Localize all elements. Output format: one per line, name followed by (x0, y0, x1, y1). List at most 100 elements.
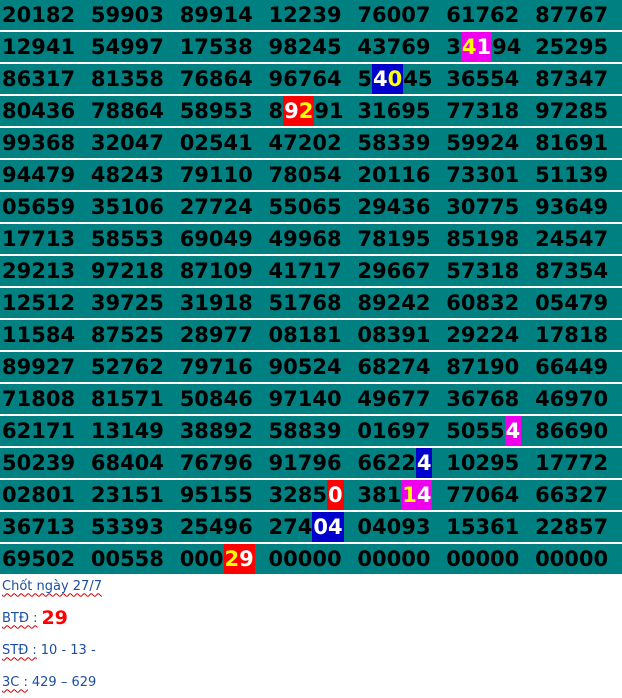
grid-cell: 31695 (355, 95, 445, 128)
prediction-notes: Chốt ngày 27/7 BTĐ : 29 STĐ : 10 - 13 - … (2, 570, 102, 698)
grid-cell: 27404 (266, 511, 356, 544)
grid-cell: 66449 (533, 351, 622, 384)
grid-cell: 87354 (533, 255, 622, 288)
grid-cell: 93649 (533, 191, 622, 224)
grid-cell: 68404 (88, 447, 178, 480)
grid-cell: 76007 (355, 0, 445, 32)
grid-cell: 12239 (266, 0, 356, 32)
grid-row: 29213 97218 87109 41717 29667 57318 87354 (0, 255, 622, 288)
grid-cell: 46970 (533, 383, 622, 416)
grid-cell: 95155 (177, 479, 267, 512)
grid-row: 89927 52762 79716 90524 68274 87190 66449 (0, 351, 622, 384)
grid-cell: 53393 (88, 511, 178, 544)
grid-cell: 43769 (355, 31, 445, 64)
grid-cell: 89914 (177, 0, 267, 32)
grid-cell: 31918 (177, 287, 267, 320)
grid-cell: 59903 (88, 0, 178, 32)
grid-cell: 27724 (177, 191, 267, 224)
grid-cell: 36713 (0, 511, 89, 544)
grid-cell: 35106 (88, 191, 178, 224)
grid-cell: 29436 (355, 191, 445, 224)
grid-row: 50239 68404 76796 91796 66224 10295 17772 (0, 447, 622, 480)
grid-cell: 29224 (444, 319, 534, 352)
grid-cell: 17818 (533, 319, 622, 352)
highlighted-digits: 4 (415, 448, 433, 477)
grid-cell: 78195 (355, 223, 445, 256)
grid-cell: 17772 (533, 447, 622, 480)
grid-cell: 89291 (266, 95, 356, 128)
grid-cell: 00000 (355, 543, 445, 574)
grid-cell: 90524 (266, 351, 356, 384)
grid-cell: 38114 (355, 479, 445, 512)
grid-cell: 32850 (266, 479, 356, 512)
grid-cell: 29213 (0, 255, 89, 288)
grid-cell: 79716 (177, 351, 267, 384)
note-std: STĐ : 10 - 13 - (2, 634, 102, 666)
note-chot: Chốt ngày 27/7 (2, 570, 102, 602)
grid-cell: 58839 (266, 415, 356, 448)
grid-cell: 73301 (444, 159, 534, 192)
grid-cell: 68274 (355, 351, 445, 384)
grid-cell: 36554 (444, 63, 534, 96)
grid-cell: 49677 (355, 383, 445, 416)
grid-cell: 86317 (0, 63, 89, 96)
grid-cell: 87767 (533, 0, 622, 32)
grid-cell: 87109 (177, 255, 267, 288)
grid-cell: 91796 (266, 447, 356, 480)
grid-cell: 49968 (266, 223, 356, 256)
grid-cell: 05659 (0, 191, 89, 224)
highlighted-digits: 92 (283, 96, 315, 125)
highlighted-digits: 40 (372, 64, 404, 93)
grid-cell: 97140 (266, 383, 356, 416)
grid-cell: 62171 (0, 415, 89, 448)
c3-label: 3C : (2, 674, 28, 690)
grid-cell: 00000 (444, 543, 534, 574)
grid-cell: 76796 (177, 447, 267, 480)
grid-cell: 34194 (444, 31, 534, 64)
grid-cell: 89242 (355, 287, 445, 320)
btd-label: BTĐ : (2, 610, 38, 626)
highlighted-digits: 29 (223, 544, 255, 574)
grid-row: 80436 78864 58953 89291 31695 77318 97285 (0, 95, 622, 128)
grid-cell: 66224 (355, 447, 445, 480)
note-btd: BTĐ : 29 (2, 602, 102, 634)
grid-cell: 25295 (533, 31, 622, 64)
grid-cell: 02801 (0, 479, 89, 512)
grid-cell: 81358 (88, 63, 178, 96)
grid-row: 94479 48243 79110 78054 20116 73301 51139 (0, 159, 622, 192)
grid-cell: 29667 (355, 255, 445, 288)
grid-cell: 12941 (0, 31, 89, 64)
grid-cell: 01697 (355, 415, 445, 448)
grid-cell: 77318 (444, 95, 534, 128)
c3-value: 429 – 629 (31, 674, 97, 690)
highlighted-digits: 04 (312, 512, 344, 541)
grid-cell: 36768 (444, 383, 534, 416)
grid-cell: 00000 (266, 543, 356, 574)
grid-cell: 66327 (533, 479, 622, 512)
grid-cell: 28977 (177, 319, 267, 352)
grid-cell: 17713 (0, 223, 89, 256)
grid-cell: 69049 (177, 223, 267, 256)
grid-cell: 78054 (266, 159, 356, 192)
btd-value: 29 (41, 607, 68, 629)
note-3c: 3C : 429 – 629 (2, 666, 102, 698)
grid-cell: 87190 (444, 351, 534, 384)
grid-row: 71808 81571 50846 97140 49677 36768 46970 (0, 383, 622, 416)
grid-cell: 39725 (88, 287, 178, 320)
grid-cell: 76864 (177, 63, 267, 96)
highlighted-digits: 41 (460, 32, 493, 61)
grid-cell: 51139 (533, 159, 622, 192)
grid-cell: 22857 (533, 511, 622, 544)
grid-row: 12512 39725 31918 51768 89242 60832 05479 (0, 287, 622, 320)
grid-cell: 71808 (0, 383, 89, 416)
grid-cell: 30775 (444, 191, 534, 224)
grid-cell: 04093 (355, 511, 445, 544)
grid-cell: 02541 (177, 127, 267, 160)
grid-cell: 50554 (444, 415, 534, 448)
highlighted-digits: 4 (504, 416, 522, 445)
highlighted-digits: 0 (326, 480, 344, 509)
grid-cell: 25496 (177, 511, 267, 544)
grid-cell: 11584 (0, 319, 89, 352)
grid-cell: 80436 (0, 95, 89, 128)
grid-cell: 85198 (444, 223, 534, 256)
